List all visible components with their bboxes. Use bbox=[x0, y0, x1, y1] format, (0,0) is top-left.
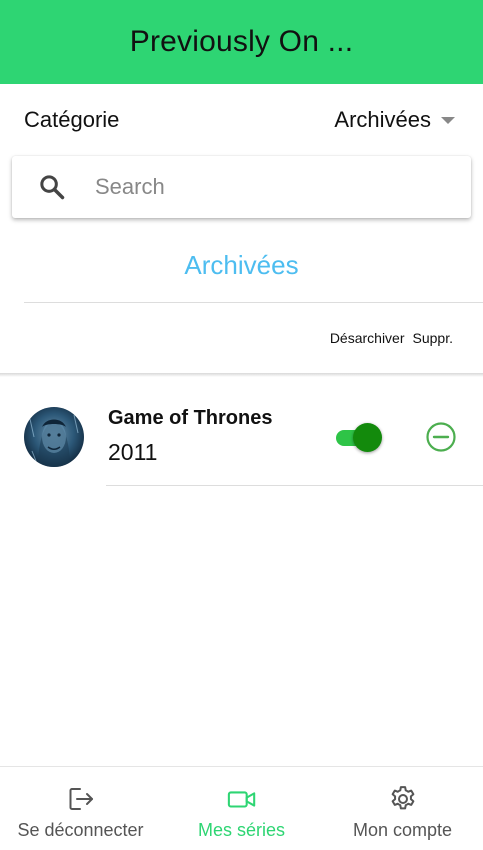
caret-down-icon bbox=[441, 116, 455, 124]
remove-circle-icon[interactable] bbox=[425, 421, 457, 453]
section-divider bbox=[24, 302, 483, 303]
nav-item-my-account[interactable]: Mon compte bbox=[322, 767, 483, 850]
item-divider bbox=[106, 485, 483, 486]
nav-item-logout[interactable]: Se déconnecter bbox=[0, 767, 161, 850]
section-title: Archivées bbox=[184, 250, 299, 280]
series-list-item[interactable]: Game of Thrones 2011 bbox=[0, 405, 483, 487]
column-header-delete: Suppr. bbox=[412, 330, 453, 346]
nav-item-my-series[interactable]: Mes séries bbox=[161, 767, 322, 850]
category-selected-value: Archivées bbox=[334, 107, 431, 132]
nav-label-my-series: Mes séries bbox=[197, 820, 286, 840]
series-title: Game of Thrones bbox=[108, 407, 273, 429]
column-headers: Désarchiver Suppr. bbox=[330, 330, 453, 346]
search-icon[interactable] bbox=[38, 172, 68, 202]
series-year: 2011 bbox=[108, 439, 158, 465]
unarchive-toggle[interactable] bbox=[336, 420, 384, 454]
video-camera-icon bbox=[227, 784, 257, 814]
app-title: Previously On ... bbox=[129, 25, 354, 58]
logout-icon bbox=[66, 784, 96, 814]
header-shadow bbox=[0, 373, 483, 377]
category-dropdown[interactable]: Archivées bbox=[334, 107, 455, 133]
category-row: Catégorie Archivées bbox=[0, 96, 483, 144]
bottom-navigation: Se déconnecter Mes séries Mon compte bbox=[0, 766, 483, 850]
category-label: Catégorie bbox=[24, 107, 120, 132]
column-header-unarchive: Désarchiver bbox=[329, 330, 405, 346]
toggle-thumb bbox=[353, 423, 382, 452]
app-bar: Previously On ... bbox=[0, 0, 483, 84]
nav-label-my-account: Mon compte bbox=[352, 820, 453, 840]
search-bar[interactable] bbox=[12, 156, 471, 218]
series-poster-avatar bbox=[24, 407, 84, 467]
search-input[interactable] bbox=[95, 174, 435, 200]
gear-icon bbox=[388, 784, 418, 814]
nav-label-logout: Se déconnecter bbox=[17, 820, 144, 840]
